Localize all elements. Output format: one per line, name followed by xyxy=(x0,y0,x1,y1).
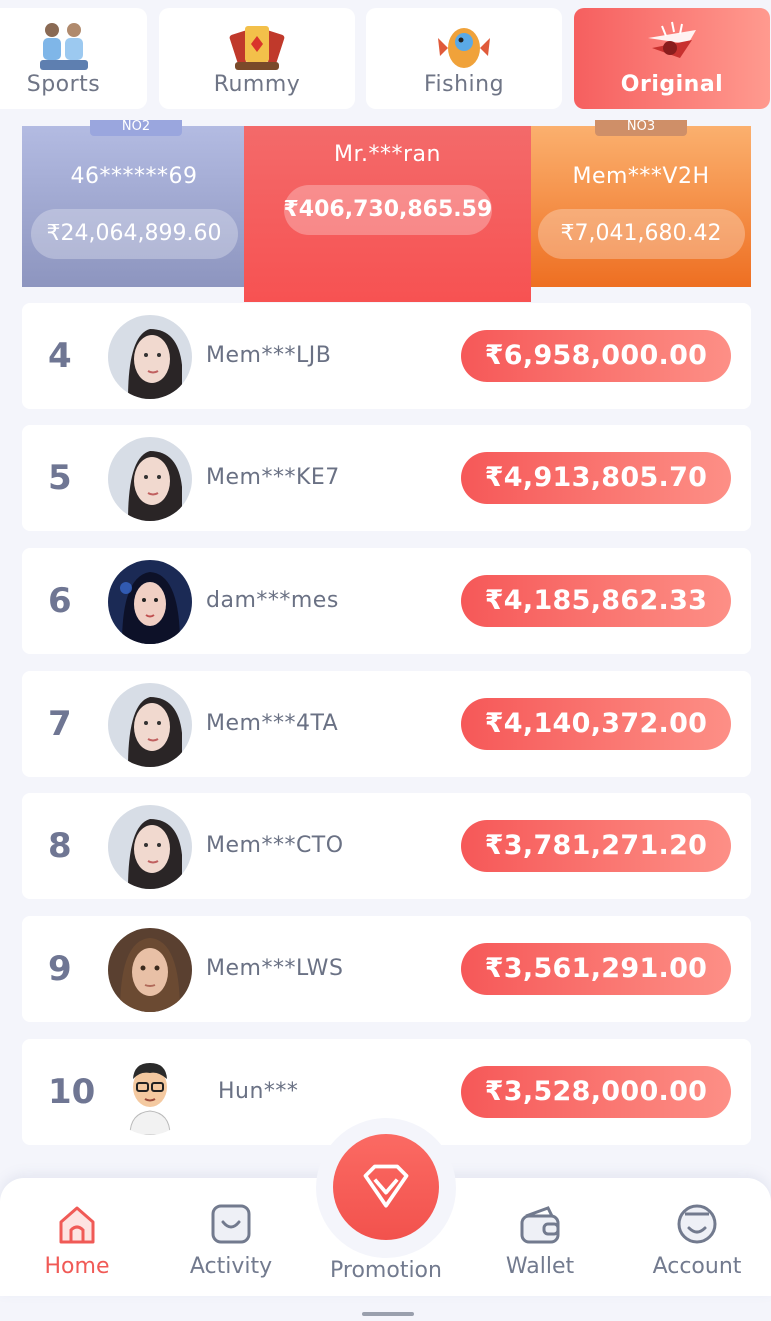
nav-label: Wallet xyxy=(505,1254,575,1279)
player-name: Mem***KE7 xyxy=(206,465,340,490)
rank-row: 7 Mem***4TA ₹4,140,372.00 xyxy=(22,671,751,777)
winning-amount: ₹4,913,805.70 xyxy=(461,452,731,504)
tab-label: Fishing xyxy=(423,72,505,97)
nav-wallet[interactable]: Wallet xyxy=(463,1178,617,1296)
nav-label: Promotion xyxy=(330,1258,442,1283)
avatar xyxy=(108,805,192,889)
nav-activity[interactable]: Activity xyxy=(154,1178,308,1296)
player-name: Mem***LJB xyxy=(206,343,332,368)
home-icon xyxy=(59,1206,95,1244)
avatar xyxy=(108,1051,192,1135)
tab-rummy[interactable]: Rummy xyxy=(159,8,355,109)
podium-name: Mem***V2H xyxy=(572,164,710,189)
rank-row: 9 Mem***LWS ₹3,561,291.00 xyxy=(22,916,751,1022)
player-name: Mem***LWS xyxy=(206,956,344,981)
rank-number: 8 xyxy=(48,826,72,866)
home-indicator xyxy=(362,1312,414,1316)
nav-home[interactable]: Home xyxy=(0,1178,154,1296)
podium-amount: ₹24,064,899.60 xyxy=(30,209,238,259)
winning-amount: ₹3,781,271.20 xyxy=(461,820,731,872)
avatar xyxy=(108,437,192,521)
tab-fishing[interactable]: Fishing xyxy=(366,8,562,109)
rank-number: 9 xyxy=(48,949,72,989)
original-plane-icon xyxy=(648,21,696,58)
avatar xyxy=(108,560,192,644)
account-icon xyxy=(677,1204,717,1244)
top-three-podium: NO2 46******69 ₹24,064,899.60 NO3 Mem***… xyxy=(0,118,771,303)
rank-row: 8 Mem***CTO ₹3,781,271.20 xyxy=(22,793,751,899)
avatar xyxy=(108,683,192,767)
winning-amount: ₹3,561,291.00 xyxy=(461,943,731,995)
rank-number: 7 xyxy=(48,704,72,744)
nav-account[interactable]: Account xyxy=(620,1178,771,1296)
tab-label: Sports xyxy=(26,72,101,97)
rummy-cards-icon xyxy=(229,26,285,70)
rank-badge: NO3 xyxy=(595,120,687,136)
winning-amount: ₹3,528,000.00 xyxy=(461,1066,731,1118)
tab-label: Original xyxy=(620,72,724,97)
rank-badge: NO2 xyxy=(90,120,182,136)
winning-amount: ₹4,140,372.00 xyxy=(461,698,731,750)
diamond-icon xyxy=(363,1164,409,1208)
sports-players-icon xyxy=(39,23,88,70)
player-name: Mem***CTO xyxy=(206,833,344,858)
player-name: Hun*** xyxy=(218,1079,299,1104)
nav-label: Home xyxy=(44,1254,110,1279)
nav-promotion[interactable] xyxy=(333,1134,439,1240)
tab-original[interactable]: Original xyxy=(574,8,770,109)
podium-amount: ₹7,041,680.42 xyxy=(537,209,745,259)
tab-sports[interactable]: Sports xyxy=(0,8,147,109)
nav-label: Account xyxy=(652,1254,742,1279)
avatar xyxy=(108,315,192,399)
player-name: Mem***4TA xyxy=(206,711,339,736)
podium-third-place: NO3 Mem***V2H ₹7,041,680.42 xyxy=(531,120,751,287)
nav-label: Activity xyxy=(189,1254,273,1279)
podium-name: 46******69 xyxy=(70,164,198,189)
rank-row: 4 Mem***LJB ₹6,958,000.00 xyxy=(22,303,751,409)
rank-row: 5 Mem***KE7 ₹4,913,805.70 xyxy=(22,425,751,531)
podium-amount: ₹406,730,865.59 xyxy=(283,185,492,235)
rank-number: 5 xyxy=(48,458,72,498)
tab-label: Rummy xyxy=(213,72,301,97)
winning-amount: ₹4,185,862.33 xyxy=(461,575,731,627)
category-tabs: Sports Rummy Fishing Original xyxy=(0,0,771,118)
rank-row: 6 dam***mes ₹4,185,862.33 xyxy=(22,548,751,654)
podium-name: Mr.***ran xyxy=(334,142,441,167)
avatar xyxy=(108,928,192,1012)
rank-number: 10 xyxy=(48,1072,96,1112)
player-name: dam***mes xyxy=(206,588,339,613)
podium-first-place: Mr.***ran ₹406,730,865.59 xyxy=(244,126,531,302)
rank-number: 4 xyxy=(48,336,72,376)
fishing-fish-icon xyxy=(438,28,490,68)
rank-number: 6 xyxy=(48,581,72,621)
activity-icon xyxy=(211,1204,251,1244)
winning-amount: ₹6,958,000.00 xyxy=(461,330,731,382)
wallet-icon xyxy=(520,1206,560,1244)
podium-second-place: NO2 46******69 ₹24,064,899.60 xyxy=(22,120,246,287)
